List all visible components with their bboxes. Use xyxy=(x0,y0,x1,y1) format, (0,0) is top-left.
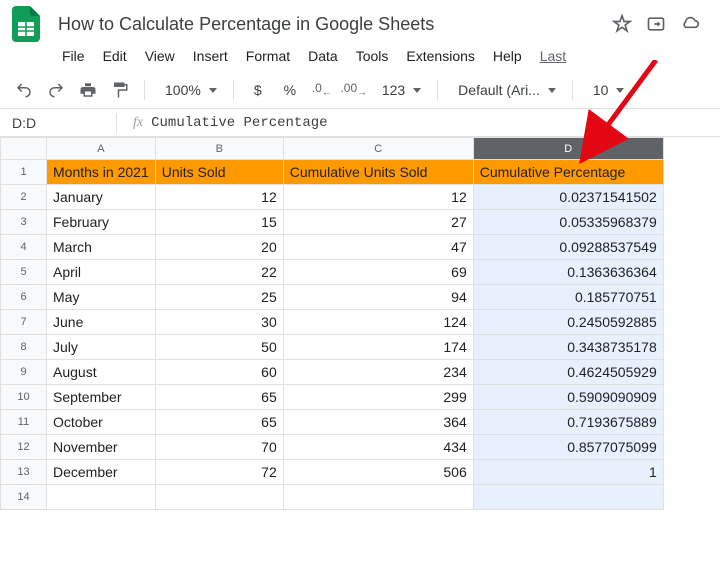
table-row: 10September652990.5909090909 xyxy=(1,385,664,410)
chevron-down-icon xyxy=(548,88,556,93)
menu-tools[interactable]: Tools xyxy=(348,44,397,68)
fx-icon: fx xyxy=(125,115,151,131)
cell[interactable]: Units Sold xyxy=(155,160,283,185)
chevron-down-icon xyxy=(616,88,624,93)
column-header-a[interactable]: A xyxy=(47,138,156,160)
table-row: 8July501740.3438735178 xyxy=(1,335,664,360)
spreadsheet-grid[interactable]: A B C D 1 Months in 2021 Units Sold Cumu… xyxy=(0,137,664,510)
undo-button[interactable] xyxy=(12,78,36,102)
paint-format-button[interactable] xyxy=(108,78,132,102)
print-button[interactable] xyxy=(76,78,100,102)
chevron-down-icon xyxy=(209,88,217,93)
cell[interactable]: Cumulative Units Sold xyxy=(283,160,473,185)
table-row: 12November704340.8577075099 xyxy=(1,435,664,460)
redo-button[interactable] xyxy=(44,78,68,102)
font-dropdown[interactable]: Default (Ari... xyxy=(450,80,560,100)
cell[interactable]: Cumulative Percentage xyxy=(473,160,663,185)
cloud-icon[interactable] xyxy=(680,14,700,34)
percent-button[interactable]: % xyxy=(278,78,302,102)
table-row: 9August602340.4624505929 xyxy=(1,360,664,385)
cell-reference[interactable]: D:D xyxy=(8,115,108,131)
select-all-corner[interactable] xyxy=(1,138,47,160)
decrease-decimal-button[interactable]: .0← xyxy=(310,78,334,102)
zoom-dropdown[interactable]: 100% xyxy=(157,80,221,100)
table-row: 13December725061 xyxy=(1,460,664,485)
cell[interactable]: Months in 2021 xyxy=(47,160,156,185)
fontsize-dropdown[interactable]: 10 xyxy=(585,80,629,100)
column-header-b[interactable]: B xyxy=(155,138,283,160)
increase-decimal-button[interactable]: .00→ xyxy=(342,78,366,102)
menu-extensions[interactable]: Extensions xyxy=(398,44,482,68)
formula-input[interactable]: Cumulative Percentage xyxy=(151,115,712,131)
menu-edit[interactable]: Edit xyxy=(95,44,135,68)
column-header-d[interactable]: D xyxy=(473,138,663,160)
menu-bar: File Edit View Insert Format Data Tools … xyxy=(0,44,720,68)
menu-file[interactable]: File xyxy=(54,44,93,68)
last-edit-link[interactable]: Last xyxy=(532,44,574,68)
table-row: 2January12120.02371541502 xyxy=(1,185,664,210)
currency-button[interactable]: $ xyxy=(246,78,270,102)
toolbar: 100% $ % .0← .00→ 123 Default (Ari... 10 xyxy=(0,72,720,109)
table-row: 11October653640.7193675889 xyxy=(1,410,664,435)
table-row: 3February15270.05335968379 xyxy=(1,210,664,235)
sheets-logo-icon[interactable] xyxy=(8,6,44,42)
column-header-c[interactable]: C xyxy=(283,138,473,160)
menu-format[interactable]: Format xyxy=(238,44,298,68)
more-formats-dropdown[interactable]: 123 xyxy=(374,80,425,100)
table-row: 7June301240.2450592885 xyxy=(1,310,664,335)
menu-data[interactable]: Data xyxy=(300,44,346,68)
table-row: 4March20470.09288537549 xyxy=(1,235,664,260)
table-row: 1 Months in 2021 Units Sold Cumulative U… xyxy=(1,160,664,185)
table-row: 6May25940.185770751 xyxy=(1,285,664,310)
formula-bar: D:D fx Cumulative Percentage xyxy=(0,109,720,137)
move-icon[interactable] xyxy=(646,14,666,34)
document-title[interactable]: How to Calculate Percentage in Google Sh… xyxy=(54,12,602,37)
table-row: 14 xyxy=(1,485,664,510)
menu-insert[interactable]: Insert xyxy=(185,44,236,68)
menu-help[interactable]: Help xyxy=(485,44,530,68)
menu-view[interactable]: View xyxy=(137,44,183,68)
chevron-down-icon xyxy=(413,88,421,93)
table-row: 5April22690.1363636364 xyxy=(1,260,664,285)
star-icon[interactable] xyxy=(612,14,632,34)
